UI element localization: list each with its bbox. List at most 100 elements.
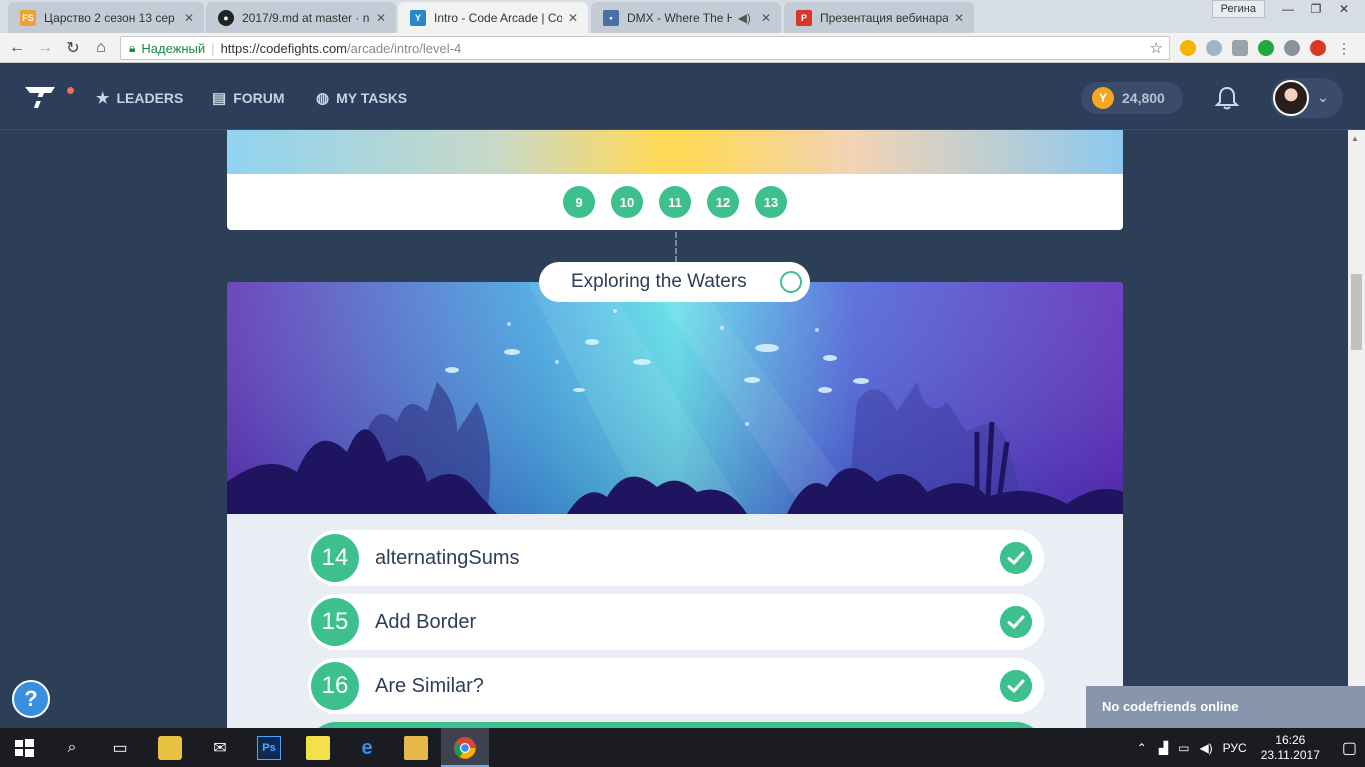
task-item[interactable]: 16 Are Similar? xyxy=(308,658,1044,714)
avatar xyxy=(1273,80,1309,116)
chapter-title-pill[interactable]: Exploring the Waters xyxy=(539,262,810,302)
level-badge[interactable]: 11 xyxy=(659,186,691,218)
coin-icon: Y xyxy=(1092,87,1114,109)
menu-icon[interactable]: ⋮ xyxy=(1336,40,1352,56)
level-badge[interactable]: 9 xyxy=(563,186,595,218)
search-icon[interactable]: ⌕ xyxy=(60,736,84,760)
url-path: /arcade/intro/level-4 xyxy=(347,40,462,56)
photoshop-icon[interactable]: Ps xyxy=(257,736,281,760)
codefriends-panel[interactable]: No codefriends online xyxy=(1086,686,1365,728)
extension-update-icon[interactable] xyxy=(1310,40,1326,56)
notifications-icon[interactable]: ▢ xyxy=(1342,738,1357,758)
task-view-icon[interactable]: ▭ xyxy=(108,736,132,760)
task-name: alternatingSums xyxy=(375,546,520,569)
back-icon[interactable]: ← xyxy=(6,37,28,59)
browser-tab[interactable]: ▪ DMX - Where The Ho ◀) ✕ xyxy=(591,2,781,33)
close-icon[interactable]: ✕ xyxy=(761,11,771,25)
window-controls: Регина — ❐ ✕ xyxy=(1211,0,1357,18)
home-icon[interactable]: ⌂ xyxy=(90,37,112,59)
task-number: 14 xyxy=(311,534,359,582)
nav-leaders-label: LEADERS xyxy=(116,90,184,106)
tab-title: 2017/9.md at master · n xyxy=(242,10,370,25)
chrome-icon[interactable] xyxy=(453,736,477,760)
nav-forum[interactable]: ▤ FORUM xyxy=(212,89,285,107)
reload-icon[interactable]: ↻ xyxy=(62,37,84,59)
windows-start-icon[interactable] xyxy=(12,736,36,760)
profile-menu[interactable]: ⌄ xyxy=(1271,78,1343,118)
github-favicon-icon: ● xyxy=(218,9,234,26)
file-explorer-icon[interactable] xyxy=(404,736,428,760)
task-item[interactable]: 15 Add Border xyxy=(308,594,1044,650)
browser-tab-active[interactable]: Y Intro - Code Arcade | Co ✕ xyxy=(398,2,588,33)
window-close-icon[interactable]: ✕ xyxy=(1331,0,1357,18)
browser-tab[interactable]: FS Царство 2 сезон 13 сер ✕ xyxy=(8,2,204,33)
close-icon[interactable]: ✕ xyxy=(954,11,964,25)
extension-cloud-icon[interactable] xyxy=(1206,40,1222,56)
url-host: https://codefights.com xyxy=(220,40,348,56)
clock[interactable]: 16:26 23.11.2017 xyxy=(1261,733,1320,763)
network-icon[interactable]: ▟ xyxy=(1159,741,1168,755)
store-icon[interactable] xyxy=(158,736,182,760)
star-icon: ★ xyxy=(96,90,110,107)
lock-icon[interactable]: 🔒︎ xyxy=(129,41,135,56)
battery-icon[interactable]: ▭ xyxy=(1178,741,1189,755)
pdf-favicon-icon: P xyxy=(796,9,812,26)
minimize-icon[interactable]: — xyxy=(1275,0,1301,18)
extension-check-icon[interactable] xyxy=(1258,40,1274,56)
clock-time: 16:26 xyxy=(1275,732,1306,747)
browser-tab[interactable]: ● 2017/9.md at master · n ✕ xyxy=(206,2,396,33)
notification-dot xyxy=(67,87,74,94)
level-badge[interactable]: 13 xyxy=(755,186,787,218)
scrollbar-thumb[interactable] xyxy=(1351,274,1362,350)
coins-balance[interactable]: Y 24,800 xyxy=(1081,82,1183,114)
volume-icon[interactable]: ◀) xyxy=(1199,741,1212,755)
extension-drive-icon[interactable] xyxy=(1284,40,1300,56)
input-language[interactable]: РУС xyxy=(1223,741,1247,755)
level-badge[interactable]: 12 xyxy=(707,186,739,218)
coins-value: 24,800 xyxy=(1122,90,1165,106)
help-button[interactable]: ? xyxy=(12,680,50,718)
level-badge[interactable]: 10 xyxy=(611,186,643,218)
extension-vk-icon[interactable] xyxy=(1232,40,1248,56)
task-name: Are Similar? xyxy=(375,674,484,697)
tab-title: Царство 2 сезон 13 сер xyxy=(44,10,175,25)
sticky-notes-icon[interactable] xyxy=(306,736,330,760)
tab-title: DMX - Where The Ho xyxy=(627,10,732,25)
page-scrollbar[interactable]: ▲ xyxy=(1348,130,1365,728)
path-connector xyxy=(675,232,677,262)
close-icon[interactable]: ✕ xyxy=(568,11,578,25)
codefights-favicon-icon: Y xyxy=(410,9,426,26)
restore-icon[interactable]: ❐ xyxy=(1303,0,1329,18)
nav-my-tasks[interactable]: ◍ MY TASKS xyxy=(316,89,407,107)
scroll-up-icon[interactable]: ▲ xyxy=(1351,134,1359,143)
secure-label: Надежный xyxy=(141,40,206,56)
task-list: 14 alternatingSums 15 Add Border 16 Are … xyxy=(308,530,1044,728)
clock-date: 23.11.2017 xyxy=(1260,747,1320,762)
browser-tab[interactable]: P Презентация вебинара ✕ xyxy=(784,2,974,33)
edge-icon[interactable]: e xyxy=(355,736,379,760)
chapter-card: 14 alternatingSums 15 Add Border 16 Are … xyxy=(227,282,1123,728)
codefights-logo-icon[interactable] xyxy=(24,84,56,110)
bookmark-star-icon[interactable]: ☆ xyxy=(1150,39,1163,57)
check-icon xyxy=(1000,606,1032,638)
previous-chapter-card: 9 10 11 12 13 xyxy=(227,130,1123,230)
task-name: Add Border xyxy=(375,610,477,633)
close-icon[interactable]: ✕ xyxy=(376,11,386,25)
mail-icon[interactable]: ✉ xyxy=(208,736,232,760)
task-item[interactable]: 14 alternatingSums xyxy=(308,530,1044,586)
underwater-illustration xyxy=(227,282,1123,514)
nav-leaders[interactable]: ★ LEADERS xyxy=(96,89,183,107)
close-icon[interactable]: ✕ xyxy=(184,11,194,25)
address-bar[interactable]: 🔒︎ Надежный | https://codefights.com /ar… xyxy=(120,36,1170,60)
task-number: 16 xyxy=(311,662,359,710)
task-number: 15 xyxy=(311,598,359,646)
nav-forum-label: FORUM xyxy=(233,90,285,106)
bell-icon[interactable] xyxy=(1214,85,1240,111)
forward-icon[interactable]: → xyxy=(34,37,56,59)
chapter-banner-sunrise xyxy=(227,130,1123,174)
system-tray: ⌃ ▟ ▭ ◀) РУС 16:26 23.11.2017 ▢ xyxy=(1137,728,1357,767)
profile-name[interactable]: Регина xyxy=(1211,0,1265,18)
chevron-up-icon[interactable]: ⌃ xyxy=(1137,741,1147,755)
extension-paw-icon[interactable] xyxy=(1180,40,1196,56)
chevron-down-icon: ⌄ xyxy=(1317,89,1329,105)
